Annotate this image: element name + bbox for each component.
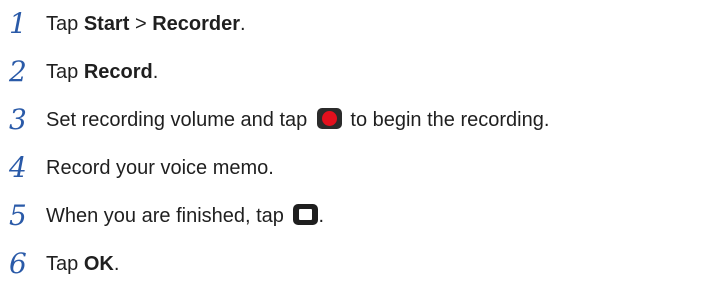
step-text-part: Record your voice memo. bbox=[46, 157, 274, 179]
step-text: When you are finished, tap . bbox=[46, 196, 324, 236]
record-icon bbox=[316, 108, 342, 130]
step-text-part: > bbox=[129, 13, 153, 35]
step-text-part: to begin the recording. bbox=[344, 109, 550, 131]
step-number: 2 bbox=[9, 55, 27, 88]
step-text-part: When you are finished, tap bbox=[46, 205, 290, 227]
step-number: 5 bbox=[9, 199, 27, 232]
step-text: Tap Start > Recorder. bbox=[46, 4, 246, 44]
step-text: Set recording volume and tap to begin th… bbox=[46, 100, 549, 140]
step-6: 6 Tap OK. bbox=[0, 244, 701, 284]
menu-path-recorder: Recorder bbox=[152, 13, 240, 35]
record-label: Record bbox=[83, 61, 153, 83]
step-text: Tap OK. bbox=[46, 244, 119, 284]
stop-icon bbox=[293, 204, 319, 226]
step-5: 5 When you are finished, tap . bbox=[0, 196, 701, 236]
step-number: 4 bbox=[9, 151, 27, 184]
step-1: 1 Tap Start > Recorder. bbox=[0, 4, 701, 44]
step-text-part: Tap bbox=[46, 253, 84, 275]
menu-path-start: Start bbox=[83, 13, 130, 35]
ok-label: OK bbox=[83, 253, 114, 275]
step-text: Record your voice memo. bbox=[46, 148, 274, 188]
step-text-part: Tap bbox=[46, 61, 84, 83]
step-text-part: . bbox=[113, 253, 120, 275]
step-number: 6 bbox=[9, 247, 27, 280]
step-4: 4 Record your voice memo. bbox=[0, 148, 701, 188]
step-2: 2 Tap Record. bbox=[0, 52, 701, 92]
step-text-part: Set recording volume and tap bbox=[46, 109, 313, 131]
instruction-steps: 1 Tap Start > Recorder. 2 Tap Record. 3 … bbox=[0, 0, 701, 296]
step-text-part: . bbox=[318, 205, 325, 227]
step-3: 3 Set recording volume and tap to begin … bbox=[0, 100, 701, 140]
step-text-part: . bbox=[152, 61, 159, 83]
step-text: Tap Record. bbox=[46, 52, 158, 92]
step-text-part: Tap bbox=[46, 13, 84, 35]
step-text-part: . bbox=[240, 13, 246, 35]
step-number: 3 bbox=[9, 103, 27, 136]
step-number: 1 bbox=[9, 7, 27, 40]
